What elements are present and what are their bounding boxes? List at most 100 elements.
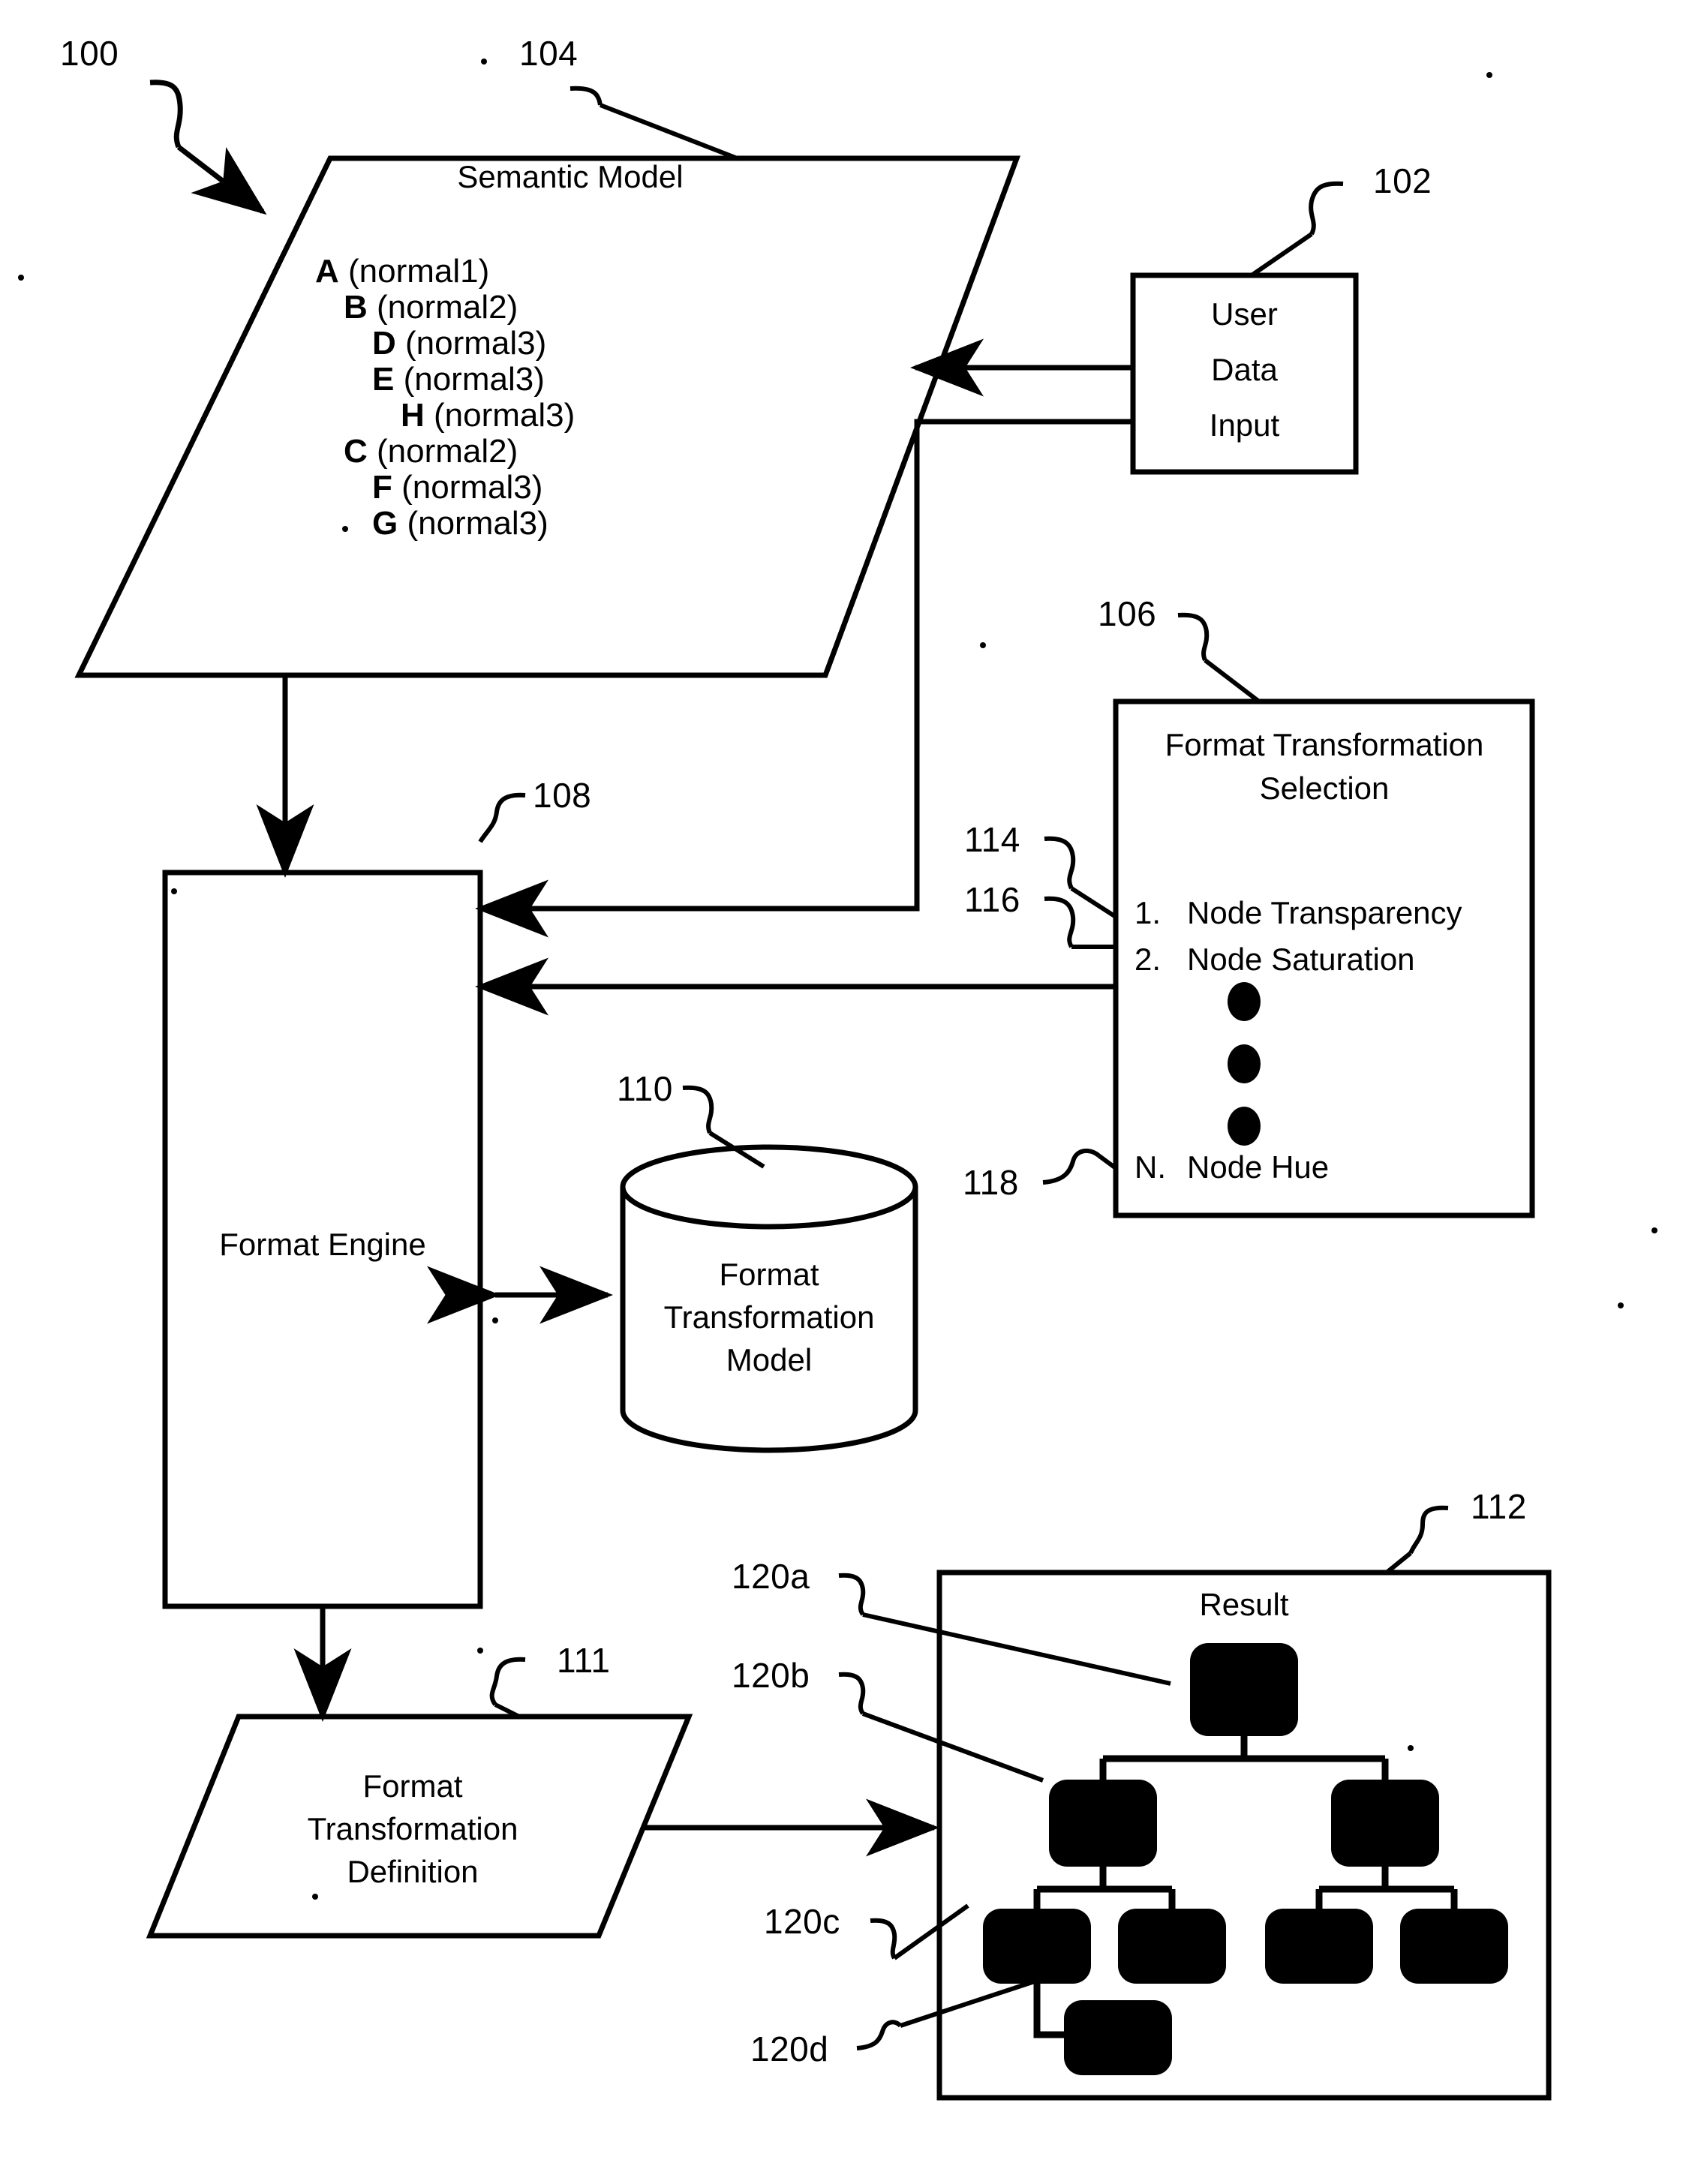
leader-120a-curve <box>838 1573 866 1616</box>
ref-label-112: 112 <box>1471 1487 1527 1526</box>
ref-label-102: 102 <box>1373 161 1432 200</box>
cylinder-top-ellipse <box>620 1144 918 1230</box>
leader-110-curve <box>682 1085 714 1134</box>
ft-model-line-3: Model <box>726 1342 813 1377</box>
tree-node-normal: (normal3) <box>392 469 543 506</box>
ref-label-100: 100 <box>60 34 119 73</box>
selection-item-n-label[interactable]: Node Hue <box>1187 1152 1329 1183</box>
ref-label-120c: 120c <box>764 1902 840 1941</box>
semantic-model-tree-row: H (normal3) <box>401 399 575 432</box>
result-node-120c-2 <box>1118 1909 1226 1984</box>
result-title: Result <box>1199 1587 1289 1622</box>
leader-116-curve <box>1044 896 1076 948</box>
tree-node-normal: (normal1) <box>338 253 490 290</box>
result-node-120b-left <box>1049 1780 1157 1867</box>
result-node-120b-right <box>1331 1780 1439 1867</box>
leader-100-arrow <box>176 145 267 215</box>
tree-node-letter: F <box>372 469 392 506</box>
tree-node-letter: G <box>372 505 398 542</box>
tree-node-letter: H <box>401 397 425 434</box>
ref-label-120a: 120a <box>732 1557 810 1596</box>
ref-label-116: 116 <box>964 880 1020 919</box>
arrow-user-input-to-format-engine <box>475 419 1133 938</box>
result-node-120a <box>1190 1643 1298 1736</box>
ellipsis-dot-2 <box>1228 1044 1261 1083</box>
leader-112-line <box>1385 1551 1412 1575</box>
result-node-120c-1 <box>983 1909 1091 1984</box>
leader-120b-curve <box>838 1672 866 1715</box>
semantic-model-title: Semantic Model <box>457 159 684 194</box>
selection-item-n-number[interactable]: N. <box>1135 1152 1166 1183</box>
tree-node-normal: (normal3) <box>398 505 548 542</box>
ft-model-line-1: Format <box>719 1257 819 1292</box>
selection-title-line-1: Format Transformation <box>1165 727 1484 762</box>
selection-item-2-number[interactable]: 2. <box>1135 944 1161 975</box>
ref-label-108: 108 <box>533 776 592 815</box>
semantic-model-tree-row: E (normal3) <box>372 363 545 396</box>
leader-102-curve <box>1309 181 1344 236</box>
semantic-model-tree-row: F (normal3) <box>372 471 542 504</box>
ref-label-114: 114 <box>964 820 1020 859</box>
tree-node-letter: E <box>372 361 395 398</box>
user-data-input-line-1: User <box>1211 296 1278 332</box>
ft-definition-line-1: Format <box>362 1768 463 1804</box>
tree-node-normal: (normal2) <box>367 433 518 470</box>
tree-node-letter: D <box>372 325 396 362</box>
leader-114-line <box>1070 886 1117 919</box>
leader-100-curve <box>149 80 183 149</box>
ellipsis-dot-1 <box>1228 982 1261 1021</box>
tree-connector-to-120d <box>1033 1981 1065 2038</box>
leader-108-curve <box>478 792 526 843</box>
ft-definition-line-3: Definition <box>347 1854 479 1889</box>
leader-120c-curve <box>870 1918 897 1960</box>
ft-definition-line-2: Transformation <box>307 1811 518 1846</box>
leader-106-curve <box>1177 612 1210 662</box>
leader-104-line <box>599 103 741 161</box>
leader-104-curve <box>570 86 603 106</box>
selection-item-1-number[interactable]: 1. <box>1135 897 1161 929</box>
leader-120c-line <box>893 1903 969 1960</box>
leader-112-curve <box>1408 1505 1449 1555</box>
leader-120a-line <box>862 1612 1171 1686</box>
user-data-input-line-2: Data <box>1211 352 1278 387</box>
scan-artifacts <box>18 59 1657 1900</box>
patent-figure: 100 104 Semantic Model A (normal1) B (nor… <box>0 0 1698 2184</box>
ref-label-110: 110 <box>617 1069 673 1108</box>
tree-node-normal: (normal3) <box>394 361 545 398</box>
selection-item-1-label[interactable]: Node Transparency <box>1187 897 1462 929</box>
leader-114-curve <box>1044 836 1076 890</box>
result-node-120d <box>1064 2000 1172 2075</box>
ellipsis-dot-3 <box>1228 1107 1261 1146</box>
result-node-120c-3 <box>1265 1909 1373 1984</box>
user-data-input-line-3: Input <box>1209 407 1280 443</box>
selection-title-line-2: Selection <box>1259 771 1390 806</box>
ft-model-line-2: Transformation <box>663 1299 875 1335</box>
leader-120b-line <box>861 1711 1044 1783</box>
ref-label-104: 104 <box>519 34 579 73</box>
leader-118-curve <box>1042 1148 1100 1185</box>
tree-node-normal: (normal3) <box>424 397 576 434</box>
semantic-model-tree-row: C (normal2) <box>344 435 518 468</box>
selection-ellipsis-dots <box>1228 982 1261 1146</box>
leader-120d-curve <box>856 2020 903 2050</box>
leader-102-line <box>1250 232 1313 278</box>
tree-node-letter: A <box>315 253 339 290</box>
semantic-model-tree-row: A (normal1) <box>315 255 489 288</box>
semantic-model-tree-row: G (normal3) <box>372 507 548 540</box>
ref-label-106: 106 <box>1098 594 1157 633</box>
leader-106-line <box>1204 658 1261 704</box>
selection-item-2-label[interactable]: Node Saturation <box>1187 944 1415 975</box>
result-tree-nodes <box>983 1643 1508 2075</box>
semantic-model-tree-row: D (normal3) <box>372 327 546 360</box>
ref-label-118: 118 <box>963 1163 1019 1202</box>
ref-label-120b: 120b <box>732 1656 810 1695</box>
format-engine-label: Format Engine <box>219 1227 426 1262</box>
tree-node-normal: (normal2) <box>367 289 518 326</box>
tree-node-letter: B <box>344 289 368 326</box>
ref-label-111: 111 <box>557 1641 611 1680</box>
tree-node-normal: (normal3) <box>395 325 547 362</box>
leader-111-curve <box>489 1657 526 1706</box>
tree-node-letter: C <box>344 433 368 470</box>
ref-label-120d: 120d <box>750 2029 829 2068</box>
semantic-model-tree-row: B (normal2) <box>344 291 518 324</box>
